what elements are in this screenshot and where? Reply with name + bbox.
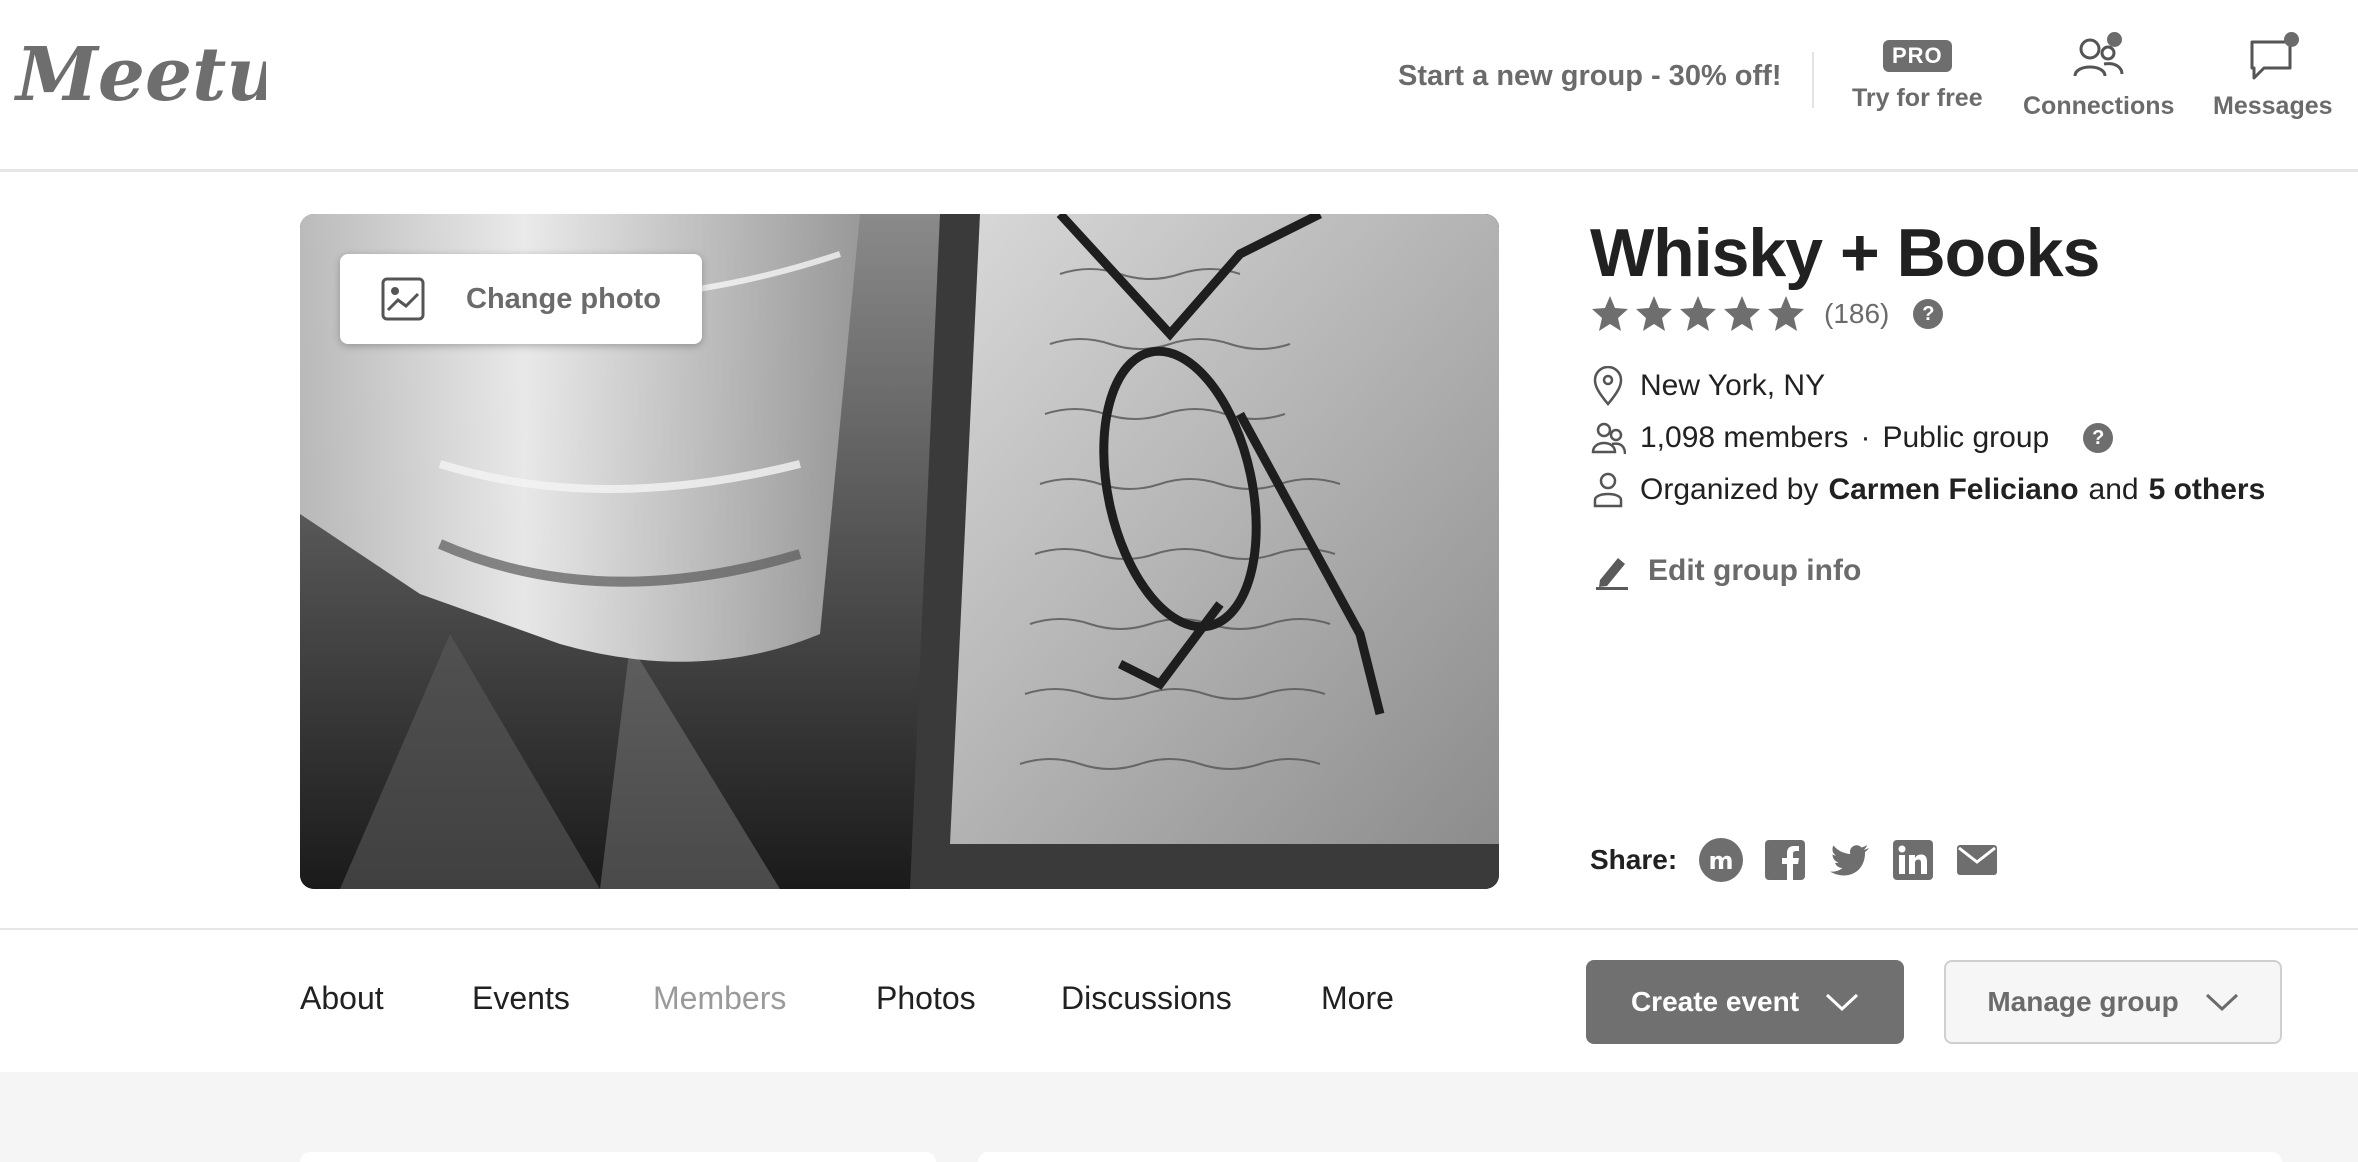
members-icon xyxy=(1591,422,1626,455)
content-area xyxy=(0,1072,2358,1162)
try-pro-button[interactable]: PRO Try for free xyxy=(1852,34,1983,113)
rating-count: (186) xyxy=(1824,298,1890,329)
rating-help-icon[interactable]: ? xyxy=(1913,299,1944,329)
group-members-info: 1,098 members · Public group ? xyxy=(1590,418,2114,458)
connections-icon xyxy=(2072,32,2126,84)
group-location: New York, NY xyxy=(1590,366,1825,406)
members-link[interactable]: 1,098 members xyxy=(1640,421,1848,455)
messages-notification-dot xyxy=(2283,32,2299,47)
star-icon xyxy=(1592,296,1628,331)
edit-group-info-label: Edit group info xyxy=(1648,554,1862,587)
visibility-help-icon[interactable]: ? xyxy=(2083,423,2114,453)
location-pin-icon xyxy=(1593,366,1623,406)
star-icon xyxy=(1768,296,1804,331)
person-icon xyxy=(1593,472,1623,508)
visibility-text: Public group xyxy=(1882,421,2050,454)
tab-photos[interactable]: Photos xyxy=(876,980,976,1017)
info-separator: · xyxy=(1860,421,1871,454)
pro-badge: PRO xyxy=(1882,40,1952,72)
svg-text:Meetup: Meetup xyxy=(14,32,266,118)
top-navigation: Meetup Start a new group - 30% off! PRO … xyxy=(0,0,2358,172)
tab-events[interactable]: Events xyxy=(472,980,570,1017)
group-title: Whisky + Books xyxy=(1590,215,2100,291)
change-photo-button[interactable]: Change photo xyxy=(340,254,702,344)
tab-about[interactable]: About xyxy=(300,980,384,1017)
manage-group-label: Manage group xyxy=(1987,986,2179,1017)
location-text: New York, NY xyxy=(1640,369,1826,402)
group-tabs-bar: About Events Members Photos Discussions … xyxy=(0,928,2358,1072)
left-card xyxy=(300,1152,936,1162)
email-icon[interactable] xyxy=(1955,838,1999,882)
connections-notification-dot xyxy=(2106,32,2122,47)
star-icon xyxy=(1724,296,1760,331)
chevron-down-icon xyxy=(2205,993,2238,1012)
image-icon xyxy=(381,277,425,321)
star-icon xyxy=(1636,296,1672,331)
meetup-icon[interactable]: m xyxy=(1699,838,1744,882)
other-organizers-link[interactable]: 5 others xyxy=(2149,473,2266,507)
organized-and-label: and xyxy=(2088,473,2139,506)
change-photo-label: Change photo xyxy=(466,282,661,315)
nav-divider xyxy=(1812,52,1814,108)
right-card xyxy=(978,1152,2282,1162)
connections-label: Connections xyxy=(2023,92,2175,120)
try-for-free-label: Try for free xyxy=(1852,84,1983,112)
svg-text:m: m xyxy=(1709,847,1734,875)
create-event-label: Create event xyxy=(1630,986,1800,1017)
group-organizers-info: Organized by Carmen Feliciano and 5 othe… xyxy=(1590,470,2265,510)
connections-button[interactable]: Connections xyxy=(2023,32,2175,121)
twitter-icon[interactable] xyxy=(1827,838,1871,882)
linkedin-icon[interactable] xyxy=(1891,838,1935,882)
messages-button[interactable]: Messages xyxy=(2213,32,2333,121)
group-rating[interactable]: (186) ? xyxy=(1590,294,1944,334)
start-group-promo-link[interactable]: Start a new group - 30% off! xyxy=(1398,60,1781,93)
share-label: Share: xyxy=(1590,844,1678,875)
tab-members[interactable]: Members xyxy=(653,980,786,1017)
facebook-icon[interactable] xyxy=(1763,838,1807,882)
organizer-link[interactable]: Carmen Feliciano xyxy=(1828,473,2078,507)
create-event-button[interactable]: Create event xyxy=(1586,960,1904,1044)
messages-icon xyxy=(2246,32,2300,84)
meetup-logo[interactable]: Meetup xyxy=(14,22,266,130)
star-icon xyxy=(1680,296,1716,331)
tab-more[interactable]: More xyxy=(1321,980,1394,1017)
share-bar: Share: m xyxy=(1590,838,1999,882)
organized-by-label: Organized by xyxy=(1640,473,1819,506)
messages-label: Messages xyxy=(2213,92,2333,120)
chevron-down-icon xyxy=(1826,993,1859,1012)
edit-group-info-link[interactable]: Edit group info xyxy=(1594,552,1861,590)
group-cover-photo: Change photo xyxy=(300,214,1499,889)
tab-discussions[interactable]: Discussions xyxy=(1061,980,1232,1017)
manage-group-button[interactable]: Manage group xyxy=(1944,960,2282,1044)
pencil-icon xyxy=(1596,558,1628,590)
